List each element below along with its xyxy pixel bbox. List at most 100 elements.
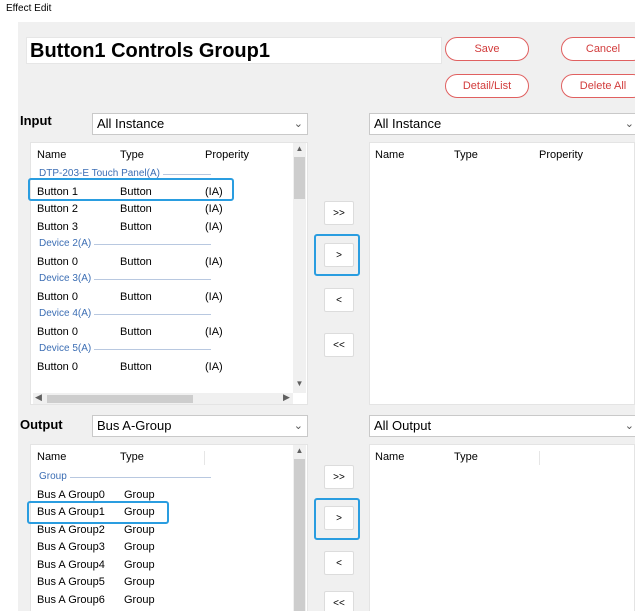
- list-row[interactable]: Bus A Group2 Group: [31, 522, 293, 538]
- input-right-filter-select[interactable]: All Instance ⌄: [369, 113, 635, 135]
- add-all-input-button[interactable]: >>: [324, 201, 354, 225]
- output-available-list[interactable]: Name Type Group Bus A Group0 Group Bus A Gr…: [30, 444, 308, 611]
- list-row[interactable]: Button 3 Button (IA): [31, 219, 293, 235]
- group-name: Device 4(A): [39, 308, 92, 319]
- input-right-filter-value: All Instance: [374, 116, 442, 131]
- column-name-header: Name: [37, 451, 67, 463]
- cell-prop: (IA): [205, 360, 223, 373]
- list-row[interactable]: Bus A Group0 Group: [31, 487, 293, 503]
- output-list-header: Name Type: [31, 451, 307, 465]
- column-type-header: Type: [454, 451, 478, 463]
- cell-name: Button 3: [37, 220, 78, 233]
- scroll-down-arrow-icon[interactable]: ▼: [293, 379, 306, 388]
- save-button[interactable]: Save: [445, 37, 529, 61]
- group-header[interactable]: Device 2(A): [31, 236, 293, 252]
- group-name: DTP-203-E Touch Panel(A): [39, 168, 160, 179]
- cancel-button[interactable]: Cancel: [561, 37, 635, 61]
- cell-name: Bus A Group5: [37, 576, 105, 588]
- input-section-label: Input: [20, 113, 52, 128]
- effect-edit-panel: Button1 Controls Group1 Save Cancel Deta…: [18, 22, 635, 611]
- group-divider: [70, 477, 211, 478]
- list-row[interactable]: Button 1 Button (IA): [31, 184, 293, 200]
- list-row[interactable]: Bus A Group3 Group: [31, 539, 293, 555]
- list-row[interactable]: Button 2 Button (IA): [31, 201, 293, 217]
- remove-all-output-button[interactable]: <<: [324, 591, 354, 611]
- group-divider: [94, 279, 211, 280]
- cell-name: Bus A Group1: [37, 506, 105, 518]
- scrollbar-thumb[interactable]: [294, 459, 305, 611]
- cell-name: Button 1: [37, 185, 78, 198]
- group-header[interactable]: Device 4(A): [31, 306, 293, 322]
- list-row[interactable]: Button 0 Button (IA): [31, 289, 293, 305]
- output-filter-select[interactable]: Bus A-Group ⌄: [92, 415, 308, 437]
- cell-type: Group: [124, 558, 155, 571]
- input-horizontal-scrollbar[interactable]: ◀ ▶: [33, 392, 293, 404]
- cell-name: Bus A Group2: [37, 523, 105, 536]
- list-row[interactable]: Button 0 Button (IA): [31, 324, 293, 340]
- add-output-button[interactable]: >: [324, 506, 354, 530]
- column-separator: [204, 451, 205, 465]
- delete-all-button[interactable]: Delete All: [561, 74, 635, 98]
- group-divider: [94, 349, 211, 350]
- cell-prop: (IA): [205, 290, 223, 303]
- list-row[interactable]: Bus A Group1 Group: [31, 504, 293, 520]
- column-separator: [539, 451, 540, 465]
- cell-type: Button: [120, 325, 152, 338]
- column-name-header: Name: [375, 451, 405, 463]
- input-list-header: Name Type Properity: [31, 149, 307, 163]
- scroll-up-arrow-icon[interactable]: ▲: [293, 446, 306, 455]
- group-header[interactable]: Device 3(A): [31, 271, 293, 287]
- group-header[interactable]: Group: [31, 469, 293, 485]
- detail-list-button[interactable]: Detail/List: [445, 74, 529, 98]
- group-header[interactable]: DTP-203-E Touch Panel(A): [31, 166, 293, 182]
- input-filter-select[interactable]: All Instance ⌄: [92, 113, 308, 135]
- cell-name: Bus A Group3: [37, 541, 105, 553]
- scrollbar-thumb[interactable]: [47, 395, 193, 403]
- cell-name: Button 0: [37, 255, 78, 268]
- column-property-header: Properity: [539, 149, 584, 161]
- column-property-header: Properity: [205, 149, 250, 161]
- column-name-header: Name: [375, 149, 405, 161]
- cell-type: Group: [124, 593, 155, 606]
- cell-name: Button 0: [37, 290, 78, 303]
- list-row[interactable]: Bus A Group6 Group: [31, 592, 293, 608]
- cell-type: Button: [120, 255, 152, 268]
- column-type-header: Type: [454, 149, 478, 161]
- group-name: Device 5(A): [39, 343, 92, 354]
- cell-type: Group: [124, 506, 155, 518]
- list-row[interactable]: Bus A Group5 Group: [31, 574, 293, 590]
- group-header[interactable]: Device 5(A): [31, 341, 293, 357]
- list-row[interactable]: Button 0 Button (IA): [31, 359, 293, 375]
- group-divider: [94, 244, 211, 245]
- cell-type: Button: [120, 203, 152, 215]
- output-filter-value: Bus A-Group: [97, 418, 172, 433]
- column-type-header: Type: [120, 149, 144, 161]
- input-vertical-scrollbar[interactable]: ▲ ▼: [293, 143, 306, 393]
- scroll-up-arrow-icon[interactable]: ▲: [293, 144, 306, 153]
- add-input-button[interactable]: >: [324, 243, 354, 267]
- scroll-right-arrow-icon[interactable]: ▶: [283, 392, 290, 403]
- remove-output-button[interactable]: <: [324, 551, 354, 575]
- add-all-output-button[interactable]: >>: [324, 465, 354, 489]
- cell-name: Bus A Group6: [37, 593, 105, 606]
- input-selected-list[interactable]: Name Type Properity: [369, 142, 635, 405]
- remove-all-input-button[interactable]: <<: [324, 333, 354, 357]
- effect-name-field[interactable]: Button1 Controls Group1: [26, 37, 442, 64]
- chevron-down-icon: ⌄: [624, 420, 634, 432]
- cell-prop: (IA): [205, 185, 223, 198]
- group-name: Device 2(A): [39, 238, 92, 249]
- output-selected-list[interactable]: Name Type: [369, 444, 635, 611]
- cell-prop: (IA): [205, 220, 223, 233]
- cell-prop: (IA): [205, 203, 223, 215]
- remove-input-button[interactable]: <: [324, 288, 354, 312]
- cell-prop: (IA): [205, 325, 223, 338]
- chevron-down-icon: ⌄: [293, 420, 303, 432]
- input-available-list[interactable]: Name Type Properity DTP-203-E Touch Pane…: [30, 142, 308, 405]
- group-name: Group: [39, 471, 67, 482]
- output-right-filter-select[interactable]: All Output ⌄: [369, 415, 635, 437]
- output-vertical-scrollbar[interactable]: ▲: [293, 445, 306, 611]
- scroll-left-arrow-icon[interactable]: ◀: [35, 392, 42, 403]
- scrollbar-thumb[interactable]: [294, 157, 305, 199]
- list-row[interactable]: Bus A Group4 Group: [31, 557, 293, 573]
- list-row[interactable]: Button 0 Button (IA): [31, 254, 293, 270]
